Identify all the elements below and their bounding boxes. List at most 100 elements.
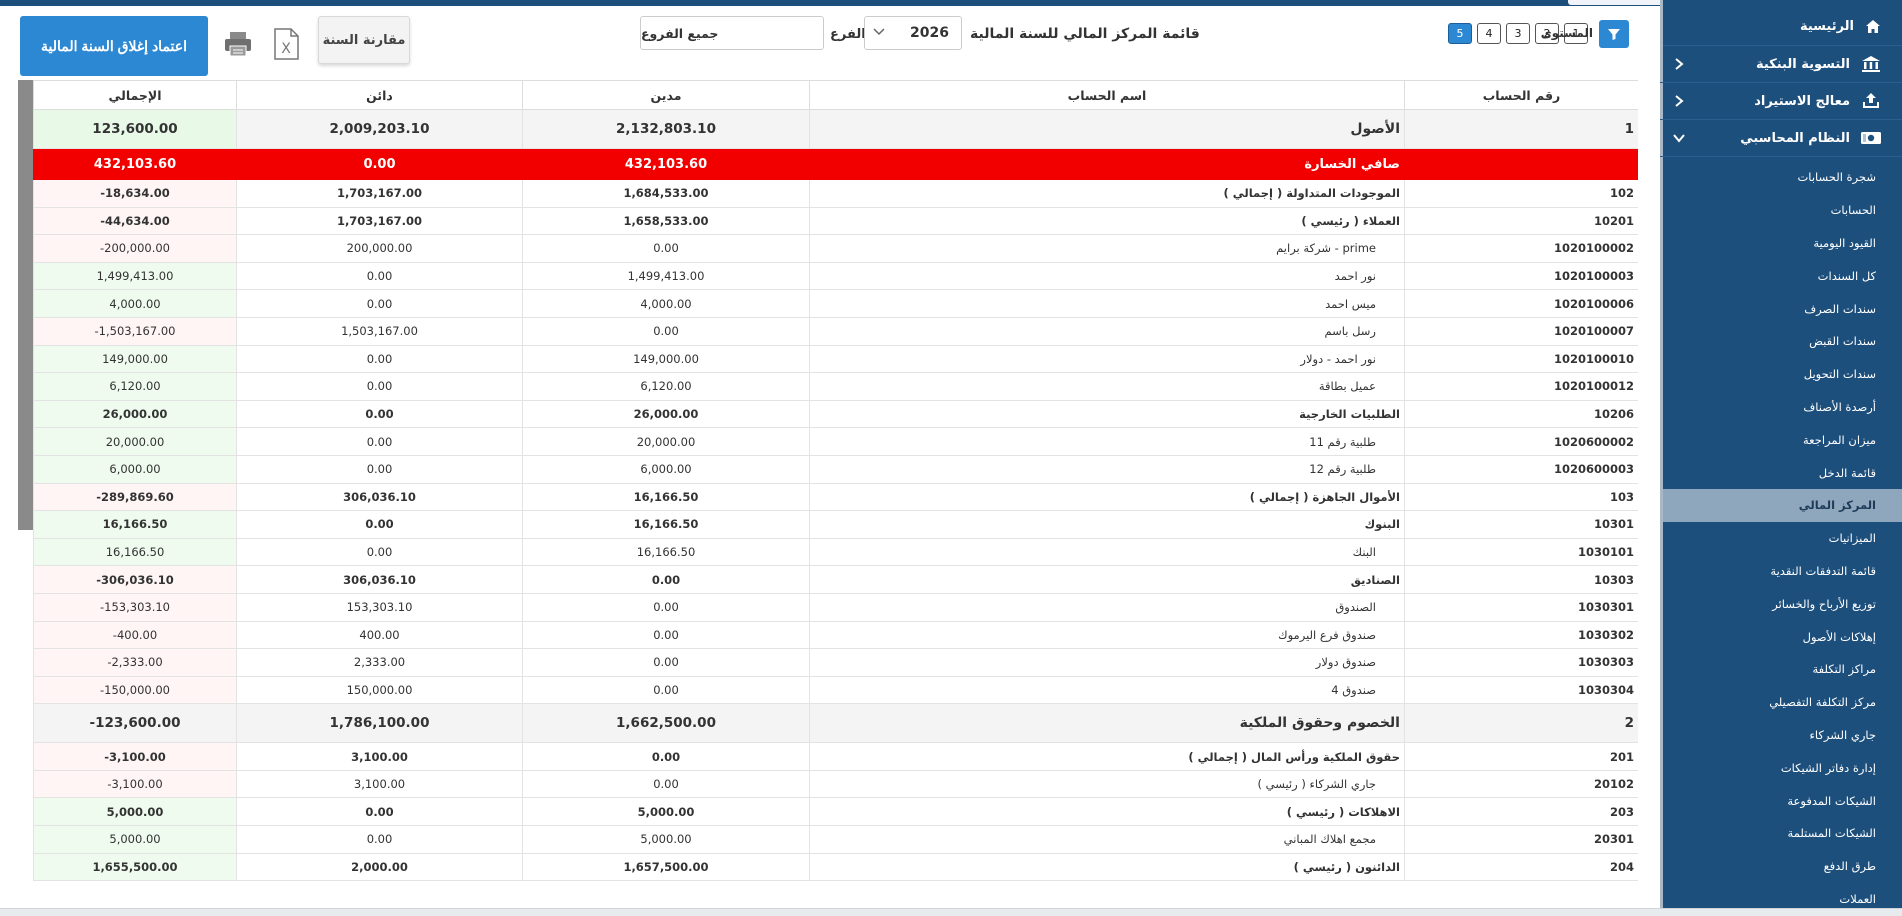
- table-row[interactable]: 203 الاهلاكات ( رئيسي ) 5,000.00 0.00 5,000.…: [33, 797, 1638, 827]
- table-row[interactable]: 1020100003 نور احمد 1,499,413.00 0.00 1,499,…: [33, 261, 1638, 291]
- debit-cell: 1,662,500.00: [522, 703, 810, 744]
- table-row[interactable]: صافي الخسارة 432,103.60 0.00 432,103.60: [33, 148, 1638, 180]
- level-label: المستوى: [1540, 26, 1593, 40]
- table-row[interactable]: 1030101 البنك 16,166.50 0.00 16,166.50: [33, 537, 1638, 567]
- svg-text:X: X: [281, 41, 291, 57]
- col-header-account-name[interactable]: اسم الحساب: [809, 80, 1405, 110]
- account-number-cell: 1030302: [1404, 620, 1638, 650]
- sidebar-subitem[interactable]: قائمة التدفقات النقدية: [1660, 555, 1902, 588]
- account-name-cell: رسل باسم: [809, 316, 1405, 346]
- total-cell: -150,000.00: [33, 675, 237, 705]
- table-row[interactable]: 1020100007 رسل باسم 0.00 1,503,167.00 -1,503…: [33, 316, 1638, 346]
- debit-cell: 6,120.00: [522, 372, 810, 401]
- account-number-cell: 1020100010: [1404, 344, 1638, 374]
- credit-cell: 2,009,203.10: [236, 109, 523, 149]
- col-header-credit[interactable]: دائن: [236, 80, 523, 110]
- table-row[interactable]: 102 الموجودات المتداولة ( إجمالي ) 1,684,5…: [33, 179, 1638, 208]
- table-row[interactable]: 10303 الصناديق 0.00 306,036.10 -306,036.10: [33, 565, 1638, 594]
- total-cell: 123,600.00: [33, 109, 237, 149]
- sidebar-subitem[interactable]: شجرة الحسابات: [1660, 161, 1902, 194]
- sidebar-subitem[interactable]: مركز التكلفة التفصيلي: [1660, 686, 1902, 719]
- filter-button[interactable]: [1599, 20, 1629, 48]
- total-cell: -1,503,167.00: [33, 316, 237, 346]
- sidebar-subitem[interactable]: الحسابات: [1660, 194, 1902, 227]
- total-cell: -2,333.00: [33, 648, 237, 677]
- table-row[interactable]: 1020600003 طلبية رقم 12 6,000.00 0.00 6,000.…: [33, 454, 1638, 484]
- table-row[interactable]: 10201 العملاء ( رئيسي ) 1,658,533.00 1,703,…: [33, 206, 1638, 236]
- sidebar-subitem[interactable]: الشيكات المدفوعة: [1660, 784, 1902, 817]
- sidebar-subitem[interactable]: ميزان المراجعة: [1660, 423, 1902, 456]
- sidebar-subitem[interactable]: المركز المالي: [1660, 488, 1902, 522]
- account-name-cell: عميل بطاقة: [809, 372, 1405, 401]
- sidebar-subitem[interactable]: الشيكات المستلمة: [1660, 817, 1902, 850]
- export-excel-button[interactable]: X: [266, 26, 306, 62]
- table-row[interactable]: 1030303 صندوق دولار 0.00 2,333.00 -2,333.00: [33, 648, 1638, 677]
- sidebar-subitem[interactable]: الميزانيات: [1660, 522, 1902, 555]
- table-row[interactable]: 204 الدائنون ( رئيسي ) 1,657,500.00 2,000.0…: [33, 852, 1638, 882]
- table-row[interactable]: 1030301 الصندوق 0.00 153,303.10 -153,303.10: [33, 592, 1638, 622]
- table-row[interactable]: 20301 مجمع اهلاك المباني 5,000.00 0.00 5,000…: [33, 825, 1638, 854]
- col-header-debit[interactable]: مدين: [522, 80, 810, 110]
- sidebar-subitem[interactable]: طرق الدفع: [1660, 850, 1902, 883]
- col-header-account-number[interactable]: رقم الحساب: [1404, 80, 1638, 110]
- table-row[interactable]: 1030304 صندوق 4 0.00 150,000.00 -150,000.00: [33, 675, 1638, 705]
- compare-year-button[interactable]: مقارنة السنة: [318, 16, 410, 64]
- sidebar-subitem[interactable]: مراكز التكلفة: [1660, 653, 1902, 686]
- account-number-cell: 1030101: [1404, 537, 1638, 567]
- table-row[interactable]: 10301 البنوك 16,166.50 0.00 16,166.50: [33, 510, 1638, 539]
- sidebar-subitem[interactable]: جاري الشركاء: [1660, 719, 1902, 752]
- table-row[interactable]: 1020100006 ميس احمد 4,000.00 0.00 4,000.00: [33, 289, 1638, 318]
- account-number-cell: 1020100003: [1404, 261, 1638, 291]
- table-row[interactable]: 1030302 صندوق فرع اليرموك 0.00 400.00 -400.0…: [33, 620, 1638, 650]
- sidebar-subitem[interactable]: سندات التحويل: [1660, 358, 1902, 391]
- sidebar-subitem[interactable]: القيود اليومية: [1660, 227, 1902, 260]
- account-number-cell: 1030301: [1404, 592, 1638, 622]
- table-row[interactable]: 1020100002 prime - شركة برايم 0.00 200,000.…: [33, 234, 1638, 263]
- debit-cell: 1,658,533.00: [522, 206, 810, 236]
- close-fiscal-year-button[interactable]: اعتماد إغلاق السنة المالية: [20, 16, 208, 76]
- sidebar-item-label: التسوية البنكية: [1755, 56, 1850, 72]
- credit-cell: 1,786,100.00: [236, 703, 523, 744]
- debit-cell: 0.00: [522, 742, 810, 771]
- sidebar-item-accounting-system[interactable]: النظام المحاسبي: [1660, 120, 1902, 157]
- sidebar-item-home[interactable]: الرئيسية: [1660, 8, 1902, 46]
- sidebar-item-label: معالج الاستيراد: [1754, 93, 1850, 109]
- sidebar-subitem[interactable]: سندات القبض: [1660, 325, 1902, 358]
- table-row[interactable]: 10206 الطلبيات الخارجية 26,000.00 0.00 26,00…: [33, 399, 1638, 429]
- sidebar-subitem[interactable]: إهلاكات الأصول: [1660, 620, 1902, 653]
- chevron-down-icon: [1673, 134, 1685, 143]
- account-name-cell: صندوق فرع اليرموك: [809, 620, 1405, 650]
- total-cell: -306,036.10: [33, 565, 237, 594]
- credit-cell: 1,703,167.00: [236, 206, 523, 236]
- sidebar-item-import-wizard[interactable]: معالج الاستيراد: [1660, 83, 1902, 120]
- table-row[interactable]: 201 حقوق الملكية ورأس المال ( إجمالي ) 0.0…: [33, 742, 1638, 771]
- excel-file-icon: X: [274, 28, 299, 60]
- col-header-total[interactable]: الإجمالي: [33, 80, 237, 110]
- table-row[interactable]: 1020600002 طلبية رقم 11 20,000.00 0.00 20,00…: [33, 427, 1638, 456]
- table-row[interactable]: 1020100010 نور احمد - دولار 149,000.00 0.00…: [33, 344, 1638, 374]
- fiscal-year-select[interactable]: 2026: [864, 16, 962, 50]
- sidebar-subitem[interactable]: إدارة دفاتر الشيكات: [1660, 751, 1902, 784]
- table-row[interactable]: 1020100012 عميل بطاقة 6,120.00 0.00 6,120.00: [33, 372, 1638, 401]
- sidebar-subitem[interactable]: سندات الصرف: [1660, 292, 1902, 325]
- level-button-5[interactable]: 5: [1448, 23, 1472, 44]
- scrollbar[interactable]: [18, 80, 33, 530]
- money-icon: [1860, 129, 1882, 147]
- sidebar-subitem[interactable]: توزيع الأرباح والخسائر: [1660, 587, 1902, 620]
- sidebar-subitem[interactable]: أرصدة الأصناف: [1660, 391, 1902, 424]
- table-row[interactable]: 1 الأصول 2,132,803.10 2,009,203.10 123,600.0…: [33, 109, 1638, 149]
- sidebar-submenu: شجرة الحسابات الحسابات القيود اليومية كل ال…: [1660, 157, 1902, 915]
- sidebar-subitem[interactable]: كل السندات: [1660, 259, 1902, 292]
- print-button[interactable]: [218, 26, 258, 62]
- level-button-4[interactable]: 4: [1477, 23, 1501, 44]
- table-row[interactable]: 103 الأموال الجاهزة ( إجمالي ) 16,166.50 30…: [33, 482, 1638, 512]
- sidebar-subitem[interactable]: قائمة الدخل: [1660, 456, 1902, 489]
- debit-cell: 149,000.00: [522, 344, 810, 374]
- sidebar-item-bank-reconciliation[interactable]: التسوية البنكية: [1660, 46, 1902, 83]
- table-row[interactable]: 2 الخصوم وحقوق الملكية 1,662,500.00 1,786,1…: [33, 703, 1638, 744]
- account-number-cell: 1020100002: [1404, 234, 1638, 263]
- table-row[interactable]: 20102 جاري الشركاء ( رئيسي ) 0.00 3,100.00-…: [33, 769, 1638, 799]
- credit-cell: 0.00: [236, 510, 523, 539]
- level-button-3[interactable]: 3: [1506, 23, 1530, 44]
- branch-select[interactable]: جميع الفروع: [640, 16, 824, 50]
